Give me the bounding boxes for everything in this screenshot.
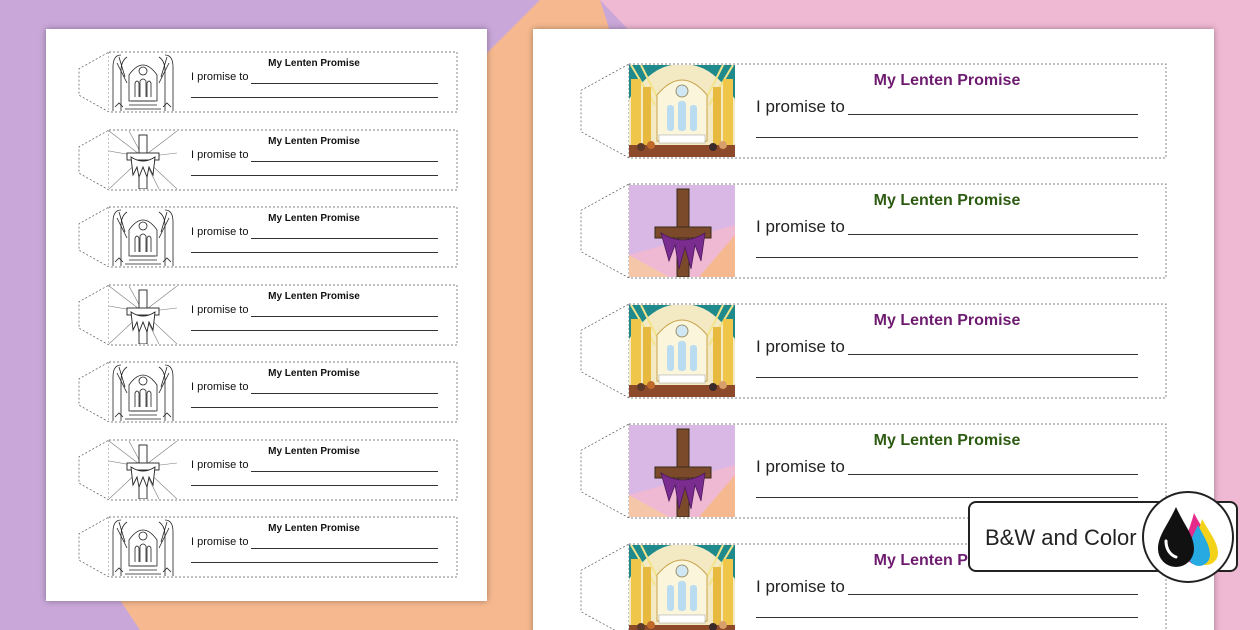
bookmark-title: My Lenten Promise [268, 58, 360, 69]
writing-line[interactable] [848, 455, 1138, 475]
writing-line[interactable] [756, 598, 1138, 618]
writing-line[interactable] [756, 118, 1138, 138]
writing-line[interactable] [848, 95, 1138, 115]
bookmark: My Lenten Promise I promise to [580, 63, 1167, 159]
bookmark-title: My Lenten Promise [268, 290, 360, 302]
writing-line[interactable] [251, 304, 438, 317]
writing-line[interactable] [756, 358, 1138, 378]
writing-line[interactable] [251, 459, 438, 472]
writing-line[interactable] [251, 71, 438, 84]
promise-label: I promise to [756, 217, 845, 236]
bookmark-title: My Lenten Promise [268, 368, 360, 379]
church-illustration [109, 53, 177, 111]
church-illustration [629, 305, 735, 397]
bookmark: My Lenten Promise I promise to [580, 303, 1167, 399]
cross-illustration [629, 425, 735, 517]
writing-line[interactable] [848, 575, 1138, 595]
cross-illustration [109, 285, 177, 344]
church-illustration [629, 545, 735, 630]
promise-label: I promise to [191, 458, 249, 471]
writing-line[interactable] [756, 238, 1138, 258]
bw-worksheet: My Lenten Promise I promise to My Lenten … [46, 29, 487, 601]
bookmark-title: My Lenten Promise [873, 432, 1021, 449]
promise-label: I promise to [756, 97, 845, 116]
ink-drops-icon [1142, 491, 1234, 583]
church-illustration [629, 65, 735, 157]
bookmark-title: My Lenten Promise [268, 523, 360, 534]
writing-line[interactable] [251, 226, 438, 239]
bookmark-title: My Lenten Promise [873, 72, 1021, 89]
writing-line[interactable] [191, 550, 438, 563]
bookmark-title: My Lenten Promise [268, 213, 360, 224]
bookmark: My Lenten Promise I promise to [78, 206, 458, 268]
writing-line[interactable] [848, 335, 1138, 355]
cross-illustration [629, 185, 735, 277]
promise-label: I promise to [191, 536, 249, 548]
writing-line[interactable] [191, 473, 438, 486]
bookmark-title: My Lenten Promise [873, 192, 1021, 209]
bookmark: My Lenten Promise I promise to [78, 361, 458, 423]
bookmark: My Lenten Promise I promise to [580, 183, 1167, 279]
promise-label: I promise to [191, 148, 249, 161]
writing-line[interactable] [251, 381, 438, 394]
bookmark-title: My Lenten Promise [268, 445, 360, 457]
writing-line[interactable] [191, 240, 438, 253]
bookmark: My Lenten Promise I promise to [78, 516, 458, 578]
writing-line[interactable] [191, 85, 438, 98]
badge-label: B&W and Color [985, 525, 1137, 550]
writing-line[interactable] [251, 149, 438, 162]
church-illustration [109, 363, 177, 421]
bookmark-title: My Lenten Promise [268, 135, 360, 147]
promise-label: I promise to [191, 71, 249, 83]
cross-illustration [109, 440, 177, 499]
promise-label: I promise to [191, 226, 249, 238]
bookmark: My Lenten Promise I promise to [78, 284, 458, 345]
bookmark: My Lenten Promise I promise to [78, 129, 458, 190]
writing-line[interactable] [191, 395, 438, 408]
promise-label: I promise to [756, 577, 845, 596]
bookmark-title: My Lenten Promise [873, 312, 1021, 329]
promise-label: I promise to [756, 457, 845, 476]
cross-illustration [109, 130, 177, 189]
bookmark: My Lenten Promise I promise to [78, 51, 458, 113]
bookmark: My Lenten Promise I promise to [78, 439, 458, 500]
writing-line[interactable] [848, 215, 1138, 235]
promise-label: I promise to [191, 381, 249, 393]
writing-line[interactable] [756, 478, 1138, 498]
promise-label: I promise to [191, 303, 249, 316]
writing-line[interactable] [191, 318, 438, 331]
church-illustration [109, 208, 177, 266]
promise-label: I promise to [756, 337, 845, 356]
church-illustration [109, 518, 177, 576]
writing-line[interactable] [191, 163, 438, 176]
writing-line[interactable] [251, 536, 438, 549]
